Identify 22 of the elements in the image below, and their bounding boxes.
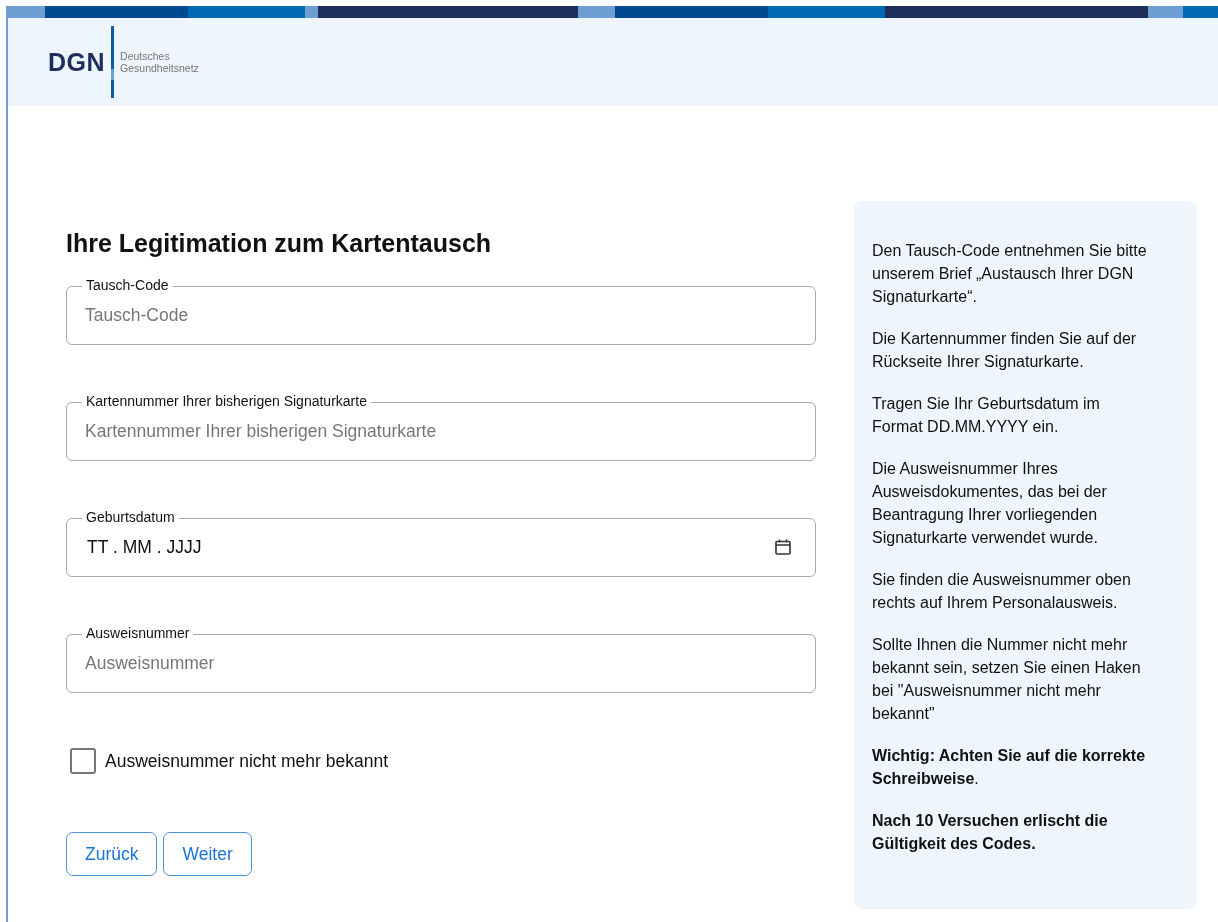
field-label: Geburtsdatum (82, 509, 179, 525)
logo-text: Gesundheitsnetz (120, 62, 199, 74)
logo-divider (111, 26, 115, 98)
checkbox[interactable] (70, 748, 96, 774)
checkbox-label[interactable]: Ausweisnummer nicht mehr bekannt (105, 750, 389, 772)
info-paragraph: Sollte Ihnen die Nummer nicht mehr bekannt sein, setzen Sie einen Haken bei "Ausweisnummer nicht mehr bekannt" (872, 635, 1142, 724)
info-paragraph: Tragen Sie Ihr Geburtsdatum im Format DD.MM.YYYY ein. (872, 394, 1101, 437)
back-button[interactable]: Zurück (66, 832, 158, 876)
info-paragraph: Die Ausweisnummer Ihres Ausweisdokumentes, das bei der Beantragung Ihrer vorliegenden Signaturkarte verwendet wurde. (872, 459, 1108, 548)
info-paragraph: Sie finden die Ausweisnummer oben rechts auf Ihrem Personalausweis. (872, 570, 1132, 613)
info-paragraph: Nach 10 Versuchen erlischt die Gültigkeit des Codes. (872, 811, 1109, 854)
info-paragraph: Die Kartennummer finden Sie auf der Rückseite Ihrer Signaturkarte. (872, 329, 1138, 372)
logo-text: Deutsches (120, 50, 171, 62)
field-label: Ausweisnummer (82, 625, 194, 641)
next-button[interactable]: Weiter (163, 832, 252, 876)
info-paragraph: Wichtig: Achten Sie auf die korrekte Schreibweise. (872, 746, 1147, 789)
info-paragraph: Den Tausch-Code entnehmen Sie bitte unserem Brief „Austausch Ihrer DGN Signaturkarte“. (872, 241, 1148, 307)
calendar-icon[interactable] (774, 538, 792, 556)
field-label: Tausch-Code (82, 277, 173, 293)
logo-mark: DGN (48, 47, 106, 77)
field-label: Kartennummer Ihrer bisherigen Signaturkarte (82, 393, 371, 409)
form-title: Ihre Legitimation zum Kartentausch (66, 229, 493, 258)
